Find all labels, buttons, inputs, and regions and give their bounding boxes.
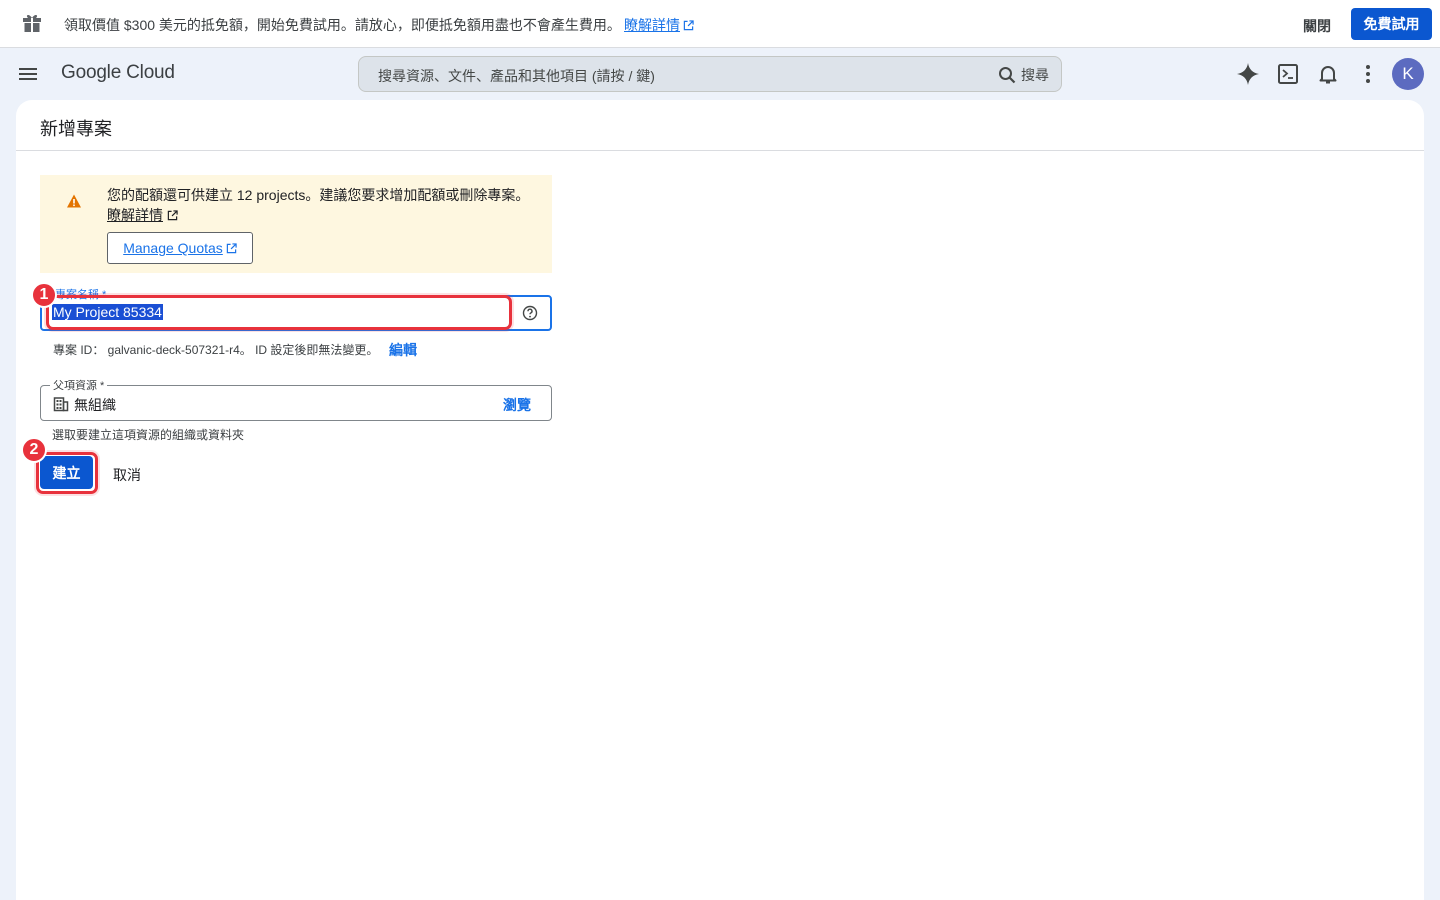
promo-text: 領取價值 $300 美元的抵免額，開始免費試用。請放心，即便抵免額用盡也不會產生… [64,17,621,33]
edit-project-id-button[interactable]: 編輯 [389,340,417,360]
free-trial-button[interactable]: 免費試用 [1351,8,1432,40]
external-link-icon [167,210,178,221]
parent-resource-label: 父項資源 * [50,377,108,393]
quota-learn-more-label: 瞭解詳情 [107,207,163,223]
gift-icon [23,14,41,32]
quota-warning-message: 您的配額還可供建立 12 projects。建議您要求增加配額或刪除專案。 [107,187,530,203]
quota-learn-more-link[interactable]: 瞭解詳情 [107,205,178,225]
highlight-create-button [36,452,98,494]
search-button[interactable]: 搜尋 [998,63,1049,87]
external-link-icon [226,242,237,253]
main-content-card: 新增專案 您的配額還可供建立 12 projects。建議您要求增加配額或刪除專… [16,100,1424,900]
warning-icon [67,194,81,208]
parent-resource-field[interactable]: 父項資源 * 無組織 瀏覽 [40,377,552,421]
gemini-sparkle-icon[interactable] [1236,62,1260,86]
title-divider [16,150,1424,151]
external-link-icon [683,20,694,31]
notifications-bell-icon[interactable] [1316,62,1340,86]
manage-quotas-button[interactable]: Manage Quotas [107,232,253,264]
cancel-button[interactable]: 取消 [113,465,141,485]
more-options-icon[interactable] [1356,62,1380,86]
quota-warning-alert: 您的配額還可供建立 12 projects。建議您要求增加配額或刪除專案。 瞭解… [40,175,552,273]
highlight-project-name [46,295,512,330]
account-avatar[interactable]: K [1392,58,1424,90]
promo-banner: 領取價值 $300 美元的抵免額，開始免費試用。請放心，即便抵免額用盡也不會產生… [0,0,1440,48]
page-title: 新增專案 [40,119,112,139]
manage-quotas-label: Manage Quotas [123,240,223,256]
main-menu-button[interactable] [16,62,40,86]
parent-resource-help-text: 選取要建立這項資源的組織或資料夾 [52,428,245,442]
project-id-text: 專案 ID： galvanic-deck-507321-r4。 ID 設定後即無… [53,343,379,357]
organization-building-icon [53,397,69,412]
parent-resource-value: 無組織 [74,397,116,413]
search-bar[interactable]: 搜尋資源、文件、產品和其他項目 (請按 / 鍵) 搜尋 [358,56,1062,92]
browse-button[interactable]: 瀏覽 [503,395,531,415]
search-input[interactable]: 搜尋資源、文件、產品和其他項目 (請按 / 鍵) [378,66,655,86]
cloud-shell-icon[interactable] [1276,62,1300,86]
step-badge-1: 1 [31,282,57,308]
top-app-bar: Google Cloud 搜尋資源、文件、產品和其他項目 (請按 / 鍵) 搜尋… [0,49,1440,100]
promo-learn-more-link[interactable]: 瞭解詳情 [624,15,694,35]
search-button-label: 搜尋 [1021,67,1049,83]
search-icon [999,67,1016,84]
google-cloud-logo[interactable]: Google Cloud [61,62,175,84]
help-icon[interactable] [522,305,538,321]
promo-learn-more-label: 瞭解詳情 [624,17,680,33]
step-badge-2: 2 [21,437,47,463]
dismiss-button[interactable]: 關閉 [1303,16,1331,36]
